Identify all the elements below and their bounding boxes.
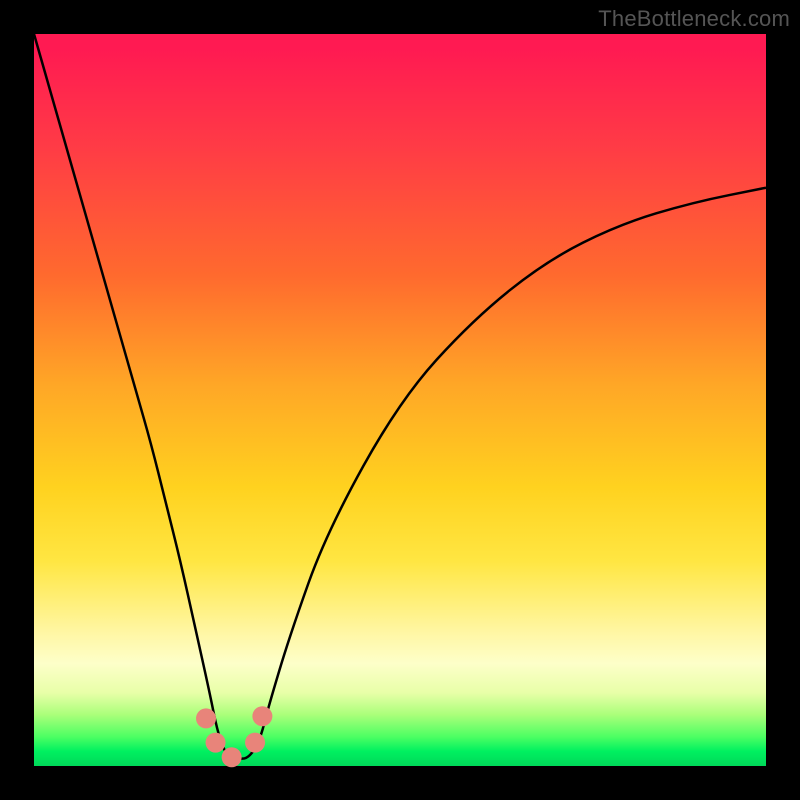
curve-marker xyxy=(206,733,226,753)
curve-marker xyxy=(196,708,216,728)
bottleneck-curve xyxy=(34,34,766,759)
chart-svg xyxy=(34,34,766,766)
curve-marker xyxy=(222,747,242,767)
curve-marker xyxy=(245,733,265,753)
chart-frame: TheBottleneck.com xyxy=(0,0,800,800)
curve-marker xyxy=(252,706,272,726)
curve-markers xyxy=(196,706,272,767)
watermark-text: TheBottleneck.com xyxy=(598,6,790,32)
plot-area xyxy=(34,34,766,766)
